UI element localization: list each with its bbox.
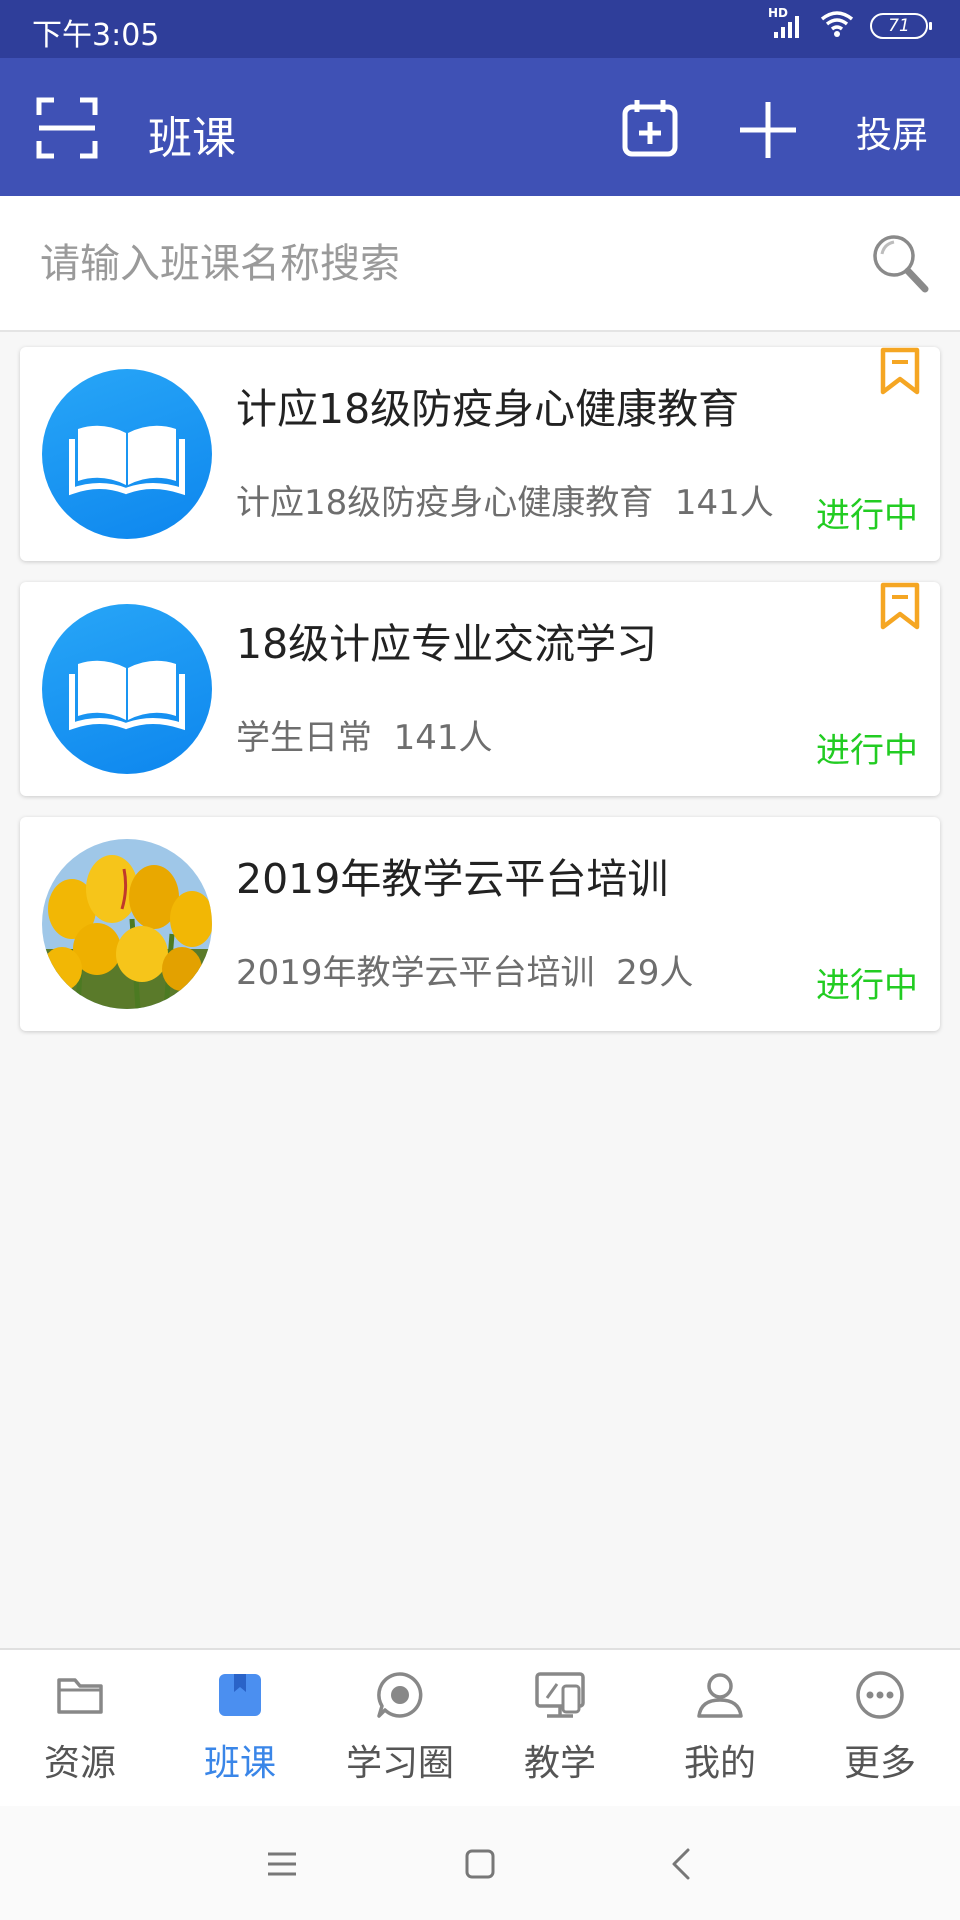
status-badge: 进行中 [816, 731, 918, 771]
chat-icon [377, 1672, 423, 1718]
course-title: 计应18级防疫身心健康教育 [236, 385, 740, 433]
battery-indicator: 71 [870, 13, 932, 39]
menu-icon[interactable] [262, 1844, 302, 1884]
app-bar: 班课 投屏 [0, 58, 960, 196]
course-avatar [42, 604, 212, 774]
status-time: 下午3:05 [32, 18, 160, 53]
nav-label: 学习圈 [345, 1743, 454, 1784]
user-icon [697, 1673, 743, 1718]
course-title: 2019年教学云平台培训 [236, 855, 669, 903]
more-icon [856, 1671, 904, 1719]
nav-item-classes[interactable]: 班课 [160, 1668, 320, 1786]
book-icon [69, 425, 185, 496]
status-badge: 进行中 [816, 496, 918, 536]
nav-item-profile[interactable]: 我的 [640, 1668, 800, 1786]
status-icons: HD 71 [768, 6, 932, 42]
nav-label: 教学 [523, 1743, 596, 1784]
course-avatar [42, 839, 212, 1009]
course-subtitle: 学生日常 141人 [236, 710, 493, 759]
course-description: 计应18级防疫身心健康教育 [236, 483, 654, 523]
nav-item-resources[interactable]: 资源 [0, 1668, 160, 1786]
status-bar: 下午3:05 HD 71 [0, 0, 960, 58]
calendar-add-icon[interactable] [621, 98, 679, 158]
course-card[interactable]: 18级计应专业交流学习 学生日常 141人 进行中 [20, 582, 940, 796]
member-count: 141人 [393, 718, 493, 758]
search-input[interactable] [40, 236, 820, 292]
course-subtitle: 2019年教学云平台培训 29人 [236, 945, 693, 994]
nav-label: 资源 [43, 1743, 116, 1784]
course-title: 18级计应专业交流学习 [236, 620, 658, 668]
course-description: 2019年教学云平台培训 [236, 953, 595, 993]
course-subtitle: 计应18级防疫身心健康教育 141人 [236, 475, 774, 524]
system-nav-bar [0, 1806, 960, 1920]
folder-icon [57, 1678, 103, 1714]
tulip-photo [42, 839, 212, 1009]
page-title: 班课 [148, 113, 236, 164]
scan-icon[interactable] [36, 97, 98, 159]
bottom-nav: 资源 班课 学习圈 教学 我的 更多 [0, 1648, 960, 1806]
course-description: 学生日常 [236, 718, 372, 758]
teaching-icon [535, 1672, 585, 1718]
bookmark-icon[interactable] [880, 347, 920, 395]
nav-label: 班课 [203, 1743, 276, 1784]
member-count: 141人 [674, 483, 774, 523]
nav-label: 更多 [843, 1743, 916, 1784]
course-avatar [42, 369, 212, 539]
search-bar [0, 196, 960, 332]
nav-item-study-circle[interactable]: 学习圈 [320, 1668, 480, 1786]
status-badge: 进行中 [816, 966, 918, 1006]
signal-icon: HD [768, 6, 804, 40]
member-count: 29人 [616, 953, 694, 993]
search-icon[interactable] [870, 232, 930, 294]
book-icon [69, 660, 185, 731]
nav-item-more[interactable]: 更多 [800, 1668, 960, 1786]
back-icon[interactable] [662, 1844, 702, 1884]
bookmark-icon [219, 1674, 261, 1716]
bookmark-icon[interactable] [880, 582, 920, 630]
plus-icon[interactable] [738, 100, 798, 160]
course-card[interactable]: 计应18级防疫身心健康教育 计应18级防疫身心健康教育 141人 进行中 [20, 347, 940, 561]
home-icon[interactable] [460, 1844, 500, 1884]
nav-label: 我的 [683, 1743, 756, 1784]
cast-button[interactable]: 投屏 [856, 106, 928, 158]
nav-item-teaching[interactable]: 教学 [480, 1668, 640, 1786]
wifi-icon [820, 10, 854, 42]
course-card[interactable]: 2019年教学云平台培训 2019年教学云平台培训 29人 进行中 [20, 817, 940, 1031]
